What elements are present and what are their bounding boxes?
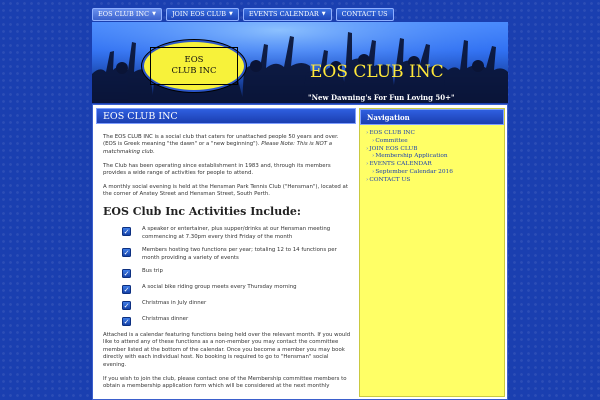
activity-text: Christmas in July dinner (142, 299, 207, 306)
logo-line-2: CLUB INC (171, 66, 217, 76)
sidebar-item-label: JOIN EOS CLUB (369, 145, 418, 152)
join-paragraph: If you wish to join the club, please con… (103, 375, 347, 389)
nav-label: JOIN EOS CLUB (171, 10, 226, 18)
sidebar-item-membership-application[interactable]: ›Membership Application (366, 153, 504, 161)
bullet-icon: › (366, 161, 369, 168)
bullet-icon: › (372, 137, 375, 144)
site-title: EOS CLUB INC (310, 62, 444, 82)
activity-text: Bus trip (142, 267, 163, 274)
list-item: ✓ A speaker or entertainer, plus supper/… (122, 226, 351, 241)
nav-join-eos-club[interactable]: JOIN EOS CLUB ▼ (165, 7, 239, 21)
checkmark-icon: ✓ (122, 284, 131, 294)
sidebar-item-contact-us[interactable]: ›CONTACT US (366, 177, 504, 185)
checkmark-icon: ✓ (122, 316, 131, 326)
list-item: ✓ Members hosting two functions per year… (122, 247, 351, 262)
calendar-paragraph: Attached is a calendar featuring functio… (103, 331, 351, 368)
activities-list: ✓ A speaker or entertainer, plus supper/… (122, 226, 351, 326)
sidebar-item-events-calendar[interactable]: ›EVENTS CALENDAR (366, 161, 504, 169)
sidebar-item-eos-club-inc[interactable]: ›EOS CLUB INC (366, 130, 504, 138)
sidebar-item-label: EOS CLUB INC (369, 130, 415, 136)
chevron-down-icon: ▼ (152, 11, 156, 17)
sidebar-item-label: CONTACT US (369, 176, 411, 183)
sidebar-item-label: EVENTS CALENDAR (369, 161, 432, 168)
activities-heading: EOS Club Inc Activities Include: (103, 205, 301, 219)
checkmark-icon: ✓ (122, 300, 131, 310)
list-item: ✓ Bus trip (122, 268, 351, 278)
chevron-down-icon: ▼ (228, 11, 233, 17)
nav-contact-us[interactable]: CONTACT US (335, 7, 394, 21)
logo-line-1: EOS (184, 55, 204, 65)
nav-label: EOS CLUB INC (98, 10, 150, 18)
checkmark-icon: ✓ (122, 268, 131, 278)
sidebar-item-committee[interactable]: ›Committee (366, 138, 504, 146)
bullet-icon: › (366, 130, 369, 136)
club-logo[interactable]: EOS CLUB INC (142, 40, 246, 92)
sidebar-title: Navigation (360, 109, 504, 125)
nav-label: CONTACT US (341, 10, 388, 18)
sidebar-item-september-calendar[interactable]: ›September Calendar 2016 (366, 169, 504, 177)
list-item: ✓ Christmas dinner (122, 316, 351, 326)
main-article: The EOS CLUB INC is a social club that c… (103, 134, 351, 397)
sidebar-navigation: Navigation ›EOS CLUB INC ›Committee ›JOI… (359, 108, 505, 397)
sidebar-item-label: Membership Application (375, 153, 448, 160)
header-banner: EOS CLUB INC EOS CLUB INC "New Dawning's… (92, 22, 508, 103)
checkmark-icon: ✓ (122, 248, 131, 258)
bullet-icon: › (372, 168, 375, 175)
sidebar-item-label: September Calendar 2016 (375, 168, 453, 175)
page-title: EOS CLUB INC (96, 108, 356, 124)
logo-text-box: EOS CLUB INC (150, 47, 238, 85)
sidebar-item-label: Committee (375, 137, 408, 144)
sidebar-item-join-eos-club[interactable]: ›JOIN EOS CLUB (366, 146, 504, 154)
nav-events-calendar[interactable]: EVENTS CALENDAR ▼ (242, 7, 332, 21)
bullet-icon: › (366, 176, 369, 183)
bullet-icon: › (366, 145, 369, 152)
nav-eos-club-inc[interactable]: EOS CLUB INC ▼ (92, 7, 162, 21)
site-tagline: "New Dawning's For Fun Loving 50+" (308, 93, 455, 102)
content-area: EOS CLUB INC The EOS CLUB INC is a socia… (92, 104, 508, 400)
list-item: ✓ A social bike riding group meets every… (122, 284, 351, 294)
activity-text: Christmas dinner (142, 315, 189, 322)
top-navigation-bar: EOS CLUB INC ▼ JOIN EOS CLUB ▼ EVENTS CA… (92, 7, 508, 21)
intro-paragraph: The EOS CLUB INC is a social club that c… (103, 134, 351, 156)
activity-text: A social bike riding group meets every T… (142, 283, 297, 290)
checkmark-icon: ✓ (122, 227, 131, 237)
list-item: ✓ Christmas in July dinner (122, 300, 351, 310)
bullet-icon: › (372, 153, 375, 160)
sidebar-link-list: ›EOS CLUB INC ›Committee ›JOIN EOS CLUB … (360, 125, 504, 185)
nav-label: EVENTS CALENDAR (248, 10, 319, 18)
activity-text: A speaker or entertainer, plus supper/dr… (142, 226, 331, 240)
chevron-down-icon: ▼ (321, 11, 326, 17)
history-paragraph: The Club has been operating since establ… (103, 162, 331, 177)
activity-text: Members hosting two functions per year; … (142, 247, 337, 261)
social-evening-paragraph: A monthly social evening is held at the … (103, 184, 348, 198)
